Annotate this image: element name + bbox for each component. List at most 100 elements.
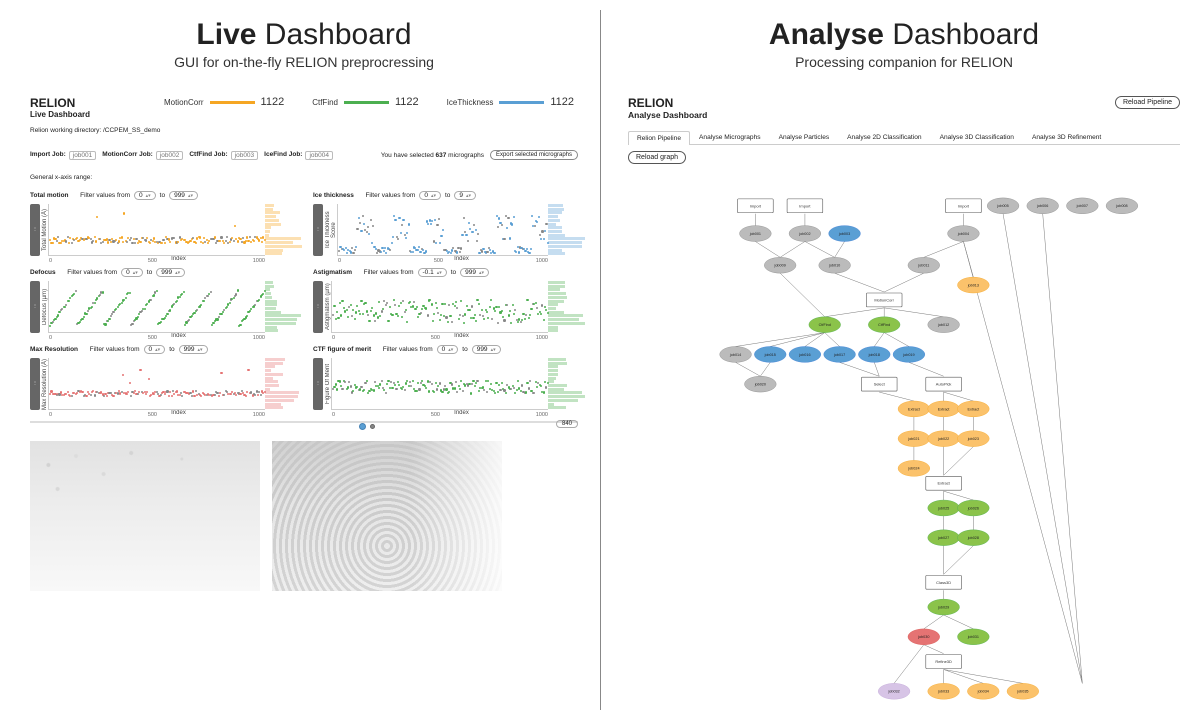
graph-node-ellipse[interactable]: job006	[1027, 198, 1059, 214]
chart-tab[interactable]: ⋮	[313, 204, 323, 256]
scatter-plot[interactable]: 05001000	[331, 281, 548, 333]
graph-node-ellipse[interactable]: job022	[928, 431, 960, 447]
tab-analyse-2d-classification[interactable]: Analyse 2D Classification	[838, 130, 930, 144]
chart-tab[interactable]: ⋮	[313, 281, 323, 333]
histogram	[548, 358, 588, 410]
job-selector[interactable]: CtfFind Job:job003	[189, 151, 258, 160]
graph-node-box[interactable]: Refine3D	[926, 655, 962, 669]
graph-node-ellipse[interactable]: job018	[858, 347, 890, 363]
scatter-plot[interactable]: 05001000	[337, 204, 548, 256]
graph-node-ellipse[interactable]: job023	[958, 431, 990, 447]
svg-text:job008: job008	[1115, 204, 1127, 208]
ctf-preview[interactable]	[272, 441, 502, 591]
tab-relion-pipeline[interactable]: Relion Pipeline	[628, 131, 690, 145]
job-selector[interactable]: Import Job:job001	[30, 151, 96, 160]
graph-node-ellipse[interactable]: job027	[928, 530, 960, 546]
graph-node-ellipse[interactable]: job035	[1007, 683, 1039, 699]
stat-motioncorr: MotionCorr1122	[164, 96, 284, 108]
graph-node-ellipse[interactable]: job016	[789, 347, 821, 363]
filter-to[interactable]: 999▴▾	[460, 268, 489, 277]
filter-to[interactable]: 999▴▾	[169, 191, 198, 200]
filter-to[interactable]: 999▴▾	[156, 268, 185, 277]
graph-node-ellipse[interactable]: job001	[740, 226, 772, 242]
graph-node-ellipse[interactable]: job015	[754, 347, 786, 363]
export-button[interactable]: Export selected micrographs	[490, 150, 578, 160]
graph-node-box[interactable]: Select	[861, 377, 897, 391]
job-selector[interactable]: MotionCorr Job:job002	[102, 151, 183, 160]
job-selector[interactable]: IceFind Job:job004	[264, 151, 333, 160]
graph-node-ellipse[interactable]: job017	[824, 347, 856, 363]
index-slider[interactable]: 840	[30, 421, 578, 433]
chart-panel: CTF figure of merit Filter values from0▴…	[313, 345, 588, 416]
graph-node-ellipse[interactable]: CtfFind	[809, 317, 841, 333]
graph-node-box[interactable]: Import	[787, 199, 823, 213]
graph-node-ellipse[interactable]: job013	[958, 277, 990, 293]
graph-node-box[interactable]: Import	[738, 199, 774, 213]
chart-panel: Total motion Filter values from0▴▾to999▴…	[30, 191, 305, 262]
svg-text:job025: job025	[937, 506, 949, 510]
chart-tab[interactable]: ⋮	[30, 204, 40, 256]
filter-from[interactable]: 0▴▾	[437, 345, 459, 354]
graph-node-ellipse[interactable]: job003	[829, 226, 861, 242]
filter-to[interactable]: 999▴▾	[179, 345, 208, 354]
filter-from[interactable]: 0▴▾	[419, 191, 441, 200]
filter-to[interactable]: 9▴▾	[454, 191, 476, 200]
chart-tab[interactable]: ⋮	[313, 358, 323, 410]
scatter-plot[interactable]: 05001000	[331, 358, 548, 410]
graph-node-ellipse[interactable]: job011	[908, 257, 940, 273]
filter-to[interactable]: 999▴▾	[472, 345, 501, 354]
filter-from[interactable]: 0▴▾	[134, 191, 156, 200]
graph-node-ellipse[interactable]: CtfFind	[868, 317, 900, 333]
graph-node-ellipse[interactable]: job004	[948, 226, 980, 242]
chart-panel: Defocus Filter values from0▴▾to999▴▾⋮Def…	[30, 268, 305, 339]
filter-from[interactable]: 0▴▾	[121, 268, 143, 277]
tab-analyse-3d-refinement[interactable]: Analyse 3D Refinement	[1023, 130, 1110, 144]
graph-node-ellipse[interactable]: job010	[819, 257, 851, 273]
graph-node-ellipse[interactable]: job005	[987, 198, 1019, 214]
graph-node-ellipse[interactable]: job033	[928, 683, 960, 699]
graph-node-ellipse[interactable]: job032	[878, 683, 910, 699]
graph-node-ellipse[interactable]: job028	[958, 530, 990, 546]
graph-node-box[interactable]: Extract	[926, 476, 962, 490]
chart-tab[interactable]: ⋮	[30, 281, 40, 333]
graph-node-ellipse[interactable]: job014	[720, 347, 752, 363]
graph-node-ellipse[interactable]: job020	[744, 376, 776, 392]
graph-node-ellipse[interactable]: job021	[898, 431, 930, 447]
graph-node-ellipse[interactable]: Extract	[928, 401, 960, 417]
scatter-plot[interactable]: 05001000	[48, 358, 265, 410]
graph-node-ellipse[interactable]: job029	[928, 599, 960, 615]
graph-node-ellipse[interactable]: job030	[908, 629, 940, 645]
graph-node-ellipse[interactable]: Extract	[898, 401, 930, 417]
graph-node-box[interactable]: Import	[946, 199, 982, 213]
filter-from[interactable]: 0▴▾	[144, 345, 166, 354]
graph-node-ellipse[interactable]: job034	[967, 683, 999, 699]
graph-node-box[interactable]: AutoPick	[926, 377, 962, 391]
tab-analyse-micrographs[interactable]: Analyse Micrographs	[690, 130, 770, 144]
scatter-plot[interactable]: 05001000	[48, 204, 265, 256]
graph-node-ellipse[interactable]: job007	[1066, 198, 1098, 214]
reload-graph-button[interactable]: Reload graph	[628, 151, 686, 164]
slider-value[interactable]: 840	[556, 420, 578, 428]
tab-analyse-particles[interactable]: Analyse Particles	[770, 130, 839, 144]
svg-text:Import: Import	[799, 203, 811, 208]
graph-node-ellipse[interactable]: job012	[928, 317, 960, 333]
reload-pipeline-button[interactable]: Reload Pipeline	[1115, 96, 1180, 109]
graph-node-box[interactable]: Class3D	[926, 575, 962, 589]
graph-node-ellipse[interactable]: job026	[958, 500, 990, 516]
graph-node-ellipse[interactable]: Extract	[958, 401, 990, 417]
micrograph-preview[interactable]	[30, 441, 260, 591]
graph-node-ellipse[interactable]: job008	[1106, 198, 1138, 214]
svg-text:job024: job024	[907, 467, 919, 471]
filter-from[interactable]: -0.1▴▾	[418, 268, 447, 277]
graph-node-box[interactable]: MotionCorr	[866, 293, 902, 307]
graph-node-ellipse[interactable]: job009	[764, 257, 796, 273]
scatter-plot[interactable]: 05001000	[48, 281, 265, 333]
graph-node-ellipse[interactable]: job002	[789, 226, 821, 242]
chart-tab[interactable]: ⋮	[30, 358, 40, 410]
pipeline-graph[interactable]: Import Import Import MotionCorr Select AutoPi…	[628, 186, 1180, 721]
graph-node-ellipse[interactable]: job025	[928, 500, 960, 516]
graph-node-ellipse[interactable]: job024	[898, 460, 930, 476]
tab-analyse-3d-classification[interactable]: Analyse 3D Classification	[931, 130, 1023, 144]
graph-node-ellipse[interactable]: job019	[893, 347, 925, 363]
graph-node-ellipse[interactable]: job031	[958, 629, 990, 645]
